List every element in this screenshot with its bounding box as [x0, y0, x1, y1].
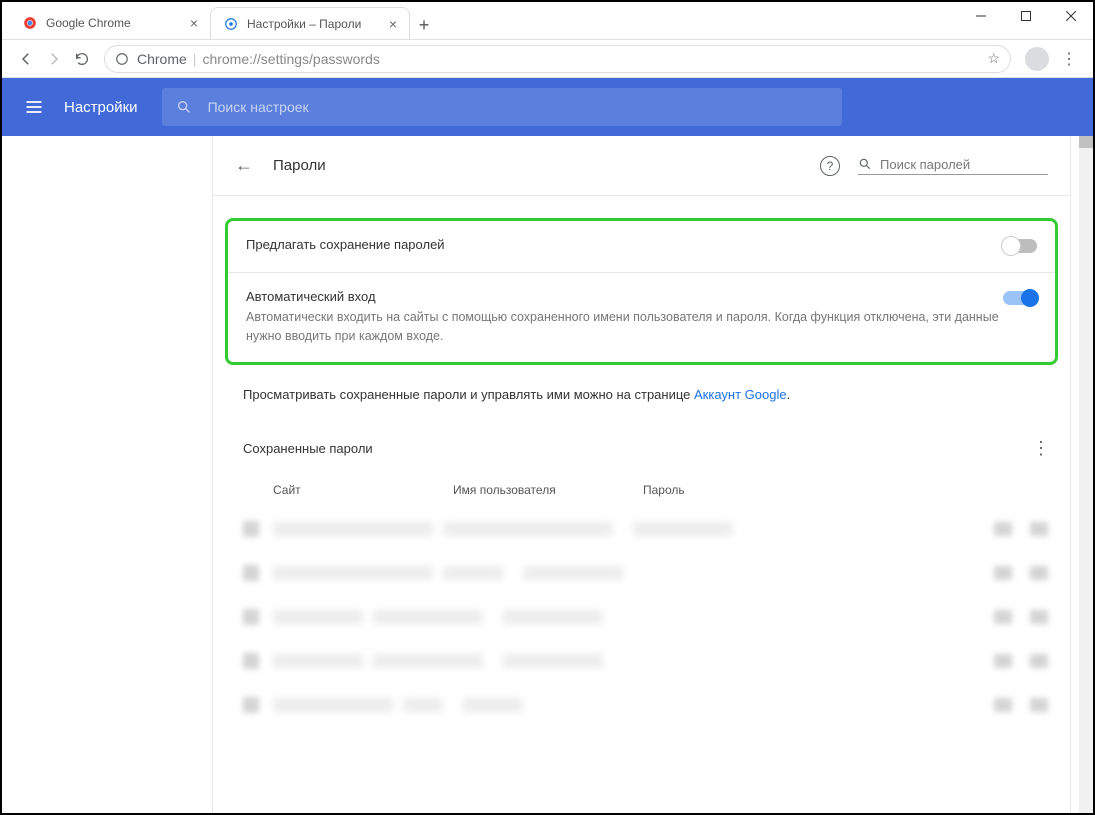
help-icon[interactable]: ? [820, 156, 840, 176]
chrome-badge-icon [115, 52, 129, 66]
window-controls [958, 2, 1093, 30]
tab-1-title: Настройки – Пароли [247, 17, 361, 31]
show-password-icon[interactable] [994, 522, 1012, 536]
saved-passwords-label: Сохраненные пароли [243, 441, 1032, 456]
tab-strip: Google Chrome × Настройки – Пароли × + [2, 7, 958, 39]
tab-0[interactable]: Google Chrome × [10, 7, 210, 39]
omnibox-chip: Chrome [137, 51, 187, 67]
maximize-button[interactable] [1003, 2, 1048, 30]
scrollbar[interactable] [1079, 136, 1093, 813]
offer-save-row: Предлагать сохранение паролей [228, 221, 1055, 273]
col-user: Имя пользователя [453, 483, 643, 497]
manage-passwords-info: Просматривать сохраненные пароли и управ… [213, 379, 1070, 428]
forward-button[interactable] [40, 45, 68, 73]
bookmark-star-icon[interactable]: ☆ [987, 50, 1000, 67]
close-window-button[interactable] [1048, 2, 1093, 30]
password-row[interactable] [213, 595, 1070, 639]
password-row[interactable] [213, 683, 1070, 727]
back-arrow-icon[interactable]: ← [235, 155, 253, 176]
password-search-placeholder: Поиск паролей [880, 157, 970, 172]
col-site: Сайт [273, 483, 453, 497]
omnibox-url: chrome://settings/passwords [202, 51, 379, 67]
show-password-icon[interactable] [994, 654, 1012, 668]
page-title: Пароли [273, 157, 820, 174]
auto-signin-label: Автоматический вход [246, 289, 1003, 304]
tab-1[interactable]: Настройки – Пароли × [210, 7, 410, 39]
password-row[interactable] [213, 507, 1070, 551]
search-icon [176, 99, 192, 115]
row-menu-icon[interactable] [1030, 698, 1048, 712]
password-list [213, 507, 1070, 727]
site-favicon [243, 609, 259, 625]
settings-title: Настройки [64, 99, 138, 116]
site-favicon [243, 697, 259, 713]
saved-passwords-header: Сохраненные пароли ⋮ [213, 428, 1070, 469]
site-favicon [243, 521, 259, 537]
auto-signin-toggle[interactable] [1003, 291, 1037, 305]
show-password-icon[interactable] [994, 610, 1012, 624]
site-favicon [243, 565, 259, 581]
address-bar[interactable]: Chrome | chrome://settings/passwords ☆ [104, 45, 1011, 73]
google-account-link[interactable]: Аккаунт Google [694, 387, 787, 402]
settings-search-placeholder: Поиск настроек [208, 99, 309, 115]
browser-menu-button[interactable]: ⋮ [1055, 45, 1083, 73]
new-tab-button[interactable]: + [410, 11, 438, 39]
row-menu-icon[interactable] [1030, 522, 1048, 536]
password-row[interactable] [213, 639, 1070, 683]
close-icon[interactable]: × [190, 15, 198, 31]
show-password-icon[interactable] [994, 566, 1012, 580]
offer-save-toggle[interactable] [1003, 239, 1037, 253]
offer-save-label: Предлагать сохранение паролей [246, 237, 1003, 252]
row-menu-icon[interactable] [1030, 566, 1048, 580]
col-pass: Пароль [643, 483, 1040, 497]
main-column: ← Пароли ? Поиск паролей Предлагать сохр… [212, 136, 1071, 813]
scrollbar-thumb[interactable] [1079, 136, 1093, 148]
highlighted-settings: Предлагать сохранение паролей Автоматиче… [225, 218, 1058, 365]
page-header: ← Пароли ? Поиск паролей [213, 136, 1070, 196]
profile-avatar[interactable] [1025, 47, 1049, 71]
close-icon[interactable]: × [389, 16, 397, 32]
tab-0-title: Google Chrome [46, 16, 131, 30]
search-icon [858, 157, 872, 171]
row-menu-icon[interactable] [1030, 654, 1048, 668]
auto-signin-desc: Автоматически входить на сайты с помощью… [246, 308, 1003, 346]
site-favicon [243, 653, 259, 669]
show-password-icon[interactable] [994, 698, 1012, 712]
settings-search[interactable]: Поиск настроек [162, 88, 842, 126]
password-table-header: Сайт Имя пользователя Пароль [213, 469, 1070, 507]
titlebar: Google Chrome × Настройки – Пароли × + [2, 2, 1093, 40]
back-button[interactable] [12, 45, 40, 73]
hamburger-icon[interactable] [24, 97, 44, 117]
address-toolbar: Chrome | chrome://settings/passwords ☆ ⋮ [2, 40, 1093, 78]
row-menu-icon[interactable] [1030, 610, 1048, 624]
more-icon[interactable]: ⋮ [1032, 438, 1050, 459]
minimize-button[interactable] [958, 2, 1003, 30]
settings-header: Настройки Поиск настроек [2, 78, 1093, 136]
settings-icon [223, 16, 239, 32]
auto-signin-row: Автоматический вход Автоматически входит… [228, 273, 1055, 362]
reload-button[interactable] [68, 45, 96, 73]
chrome-icon [22, 15, 38, 31]
content-area: ← Пароли ? Поиск паролей Предлагать сохр… [2, 136, 1093, 813]
password-row[interactable] [213, 551, 1070, 595]
password-search[interactable]: Поиск паролей [858, 157, 1048, 175]
